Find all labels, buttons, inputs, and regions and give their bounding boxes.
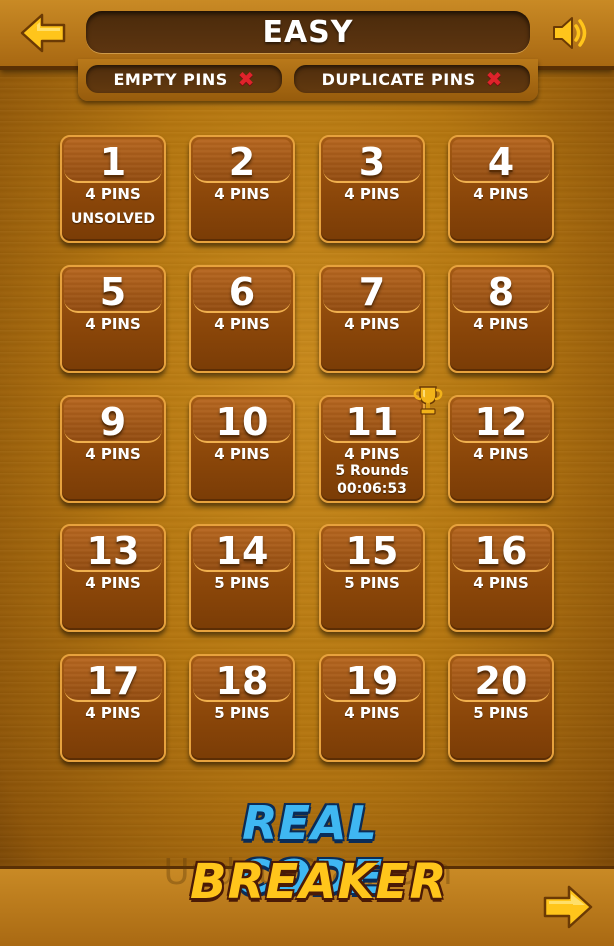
level-pins: 4 PINS: [85, 315, 141, 333]
duplicate-pins-toggle[interactable]: DUPLICATE PINS ✖: [294, 65, 530, 93]
level-number: 6: [228, 270, 256, 314]
speaker-icon: [553, 17, 587, 49]
level-pins: 4 PINS: [344, 704, 400, 722]
level-tile-7[interactable]: 7 4 PINS: [319, 265, 425, 373]
level-tile-6[interactable]: 6 4 PINS: [189, 265, 295, 373]
page-title: EASY: [262, 14, 354, 50]
level-tile-15[interactable]: 15 5 PINS: [319, 524, 425, 632]
empty-pins-label: EMPTY PINS: [113, 69, 228, 89]
level-number: 12: [474, 400, 528, 444]
level-tile-17[interactable]: 17 4 PINS: [60, 654, 166, 762]
level-status: UNSOLVED: [70, 211, 156, 227]
level-tile-9[interactable]: 9 4 PINS: [60, 395, 166, 503]
level-number: 15: [345, 529, 399, 573]
back-button[interactable]: [18, 11, 68, 55]
trophy-icon: [413, 386, 443, 415]
level-number: 7: [358, 270, 386, 314]
level-tile-4[interactable]: 4 4 PINS: [448, 135, 554, 243]
level-pins: 4 PINS: [85, 445, 141, 463]
level-pins: 5 PINS: [214, 574, 270, 592]
next-page-button[interactable]: [542, 884, 594, 930]
level-number: 9: [99, 400, 127, 444]
level-number: 18: [215, 659, 269, 703]
level-number: 8: [487, 270, 515, 314]
level-pins: 4 PINS: [85, 185, 141, 203]
level-number: 5: [99, 270, 127, 314]
level-tile-11[interactable]: 11 4 PINS 5 Rounds 00:06:53: [319, 386, 443, 503]
level-number: 1: [99, 140, 127, 184]
level-number: 4: [487, 140, 515, 184]
level-pins: 4 PINS: [85, 574, 141, 592]
level-pins: 5 PINS: [214, 704, 270, 722]
level-tile-20[interactable]: 20 5 PINS: [448, 654, 554, 762]
level-number: 10: [215, 400, 269, 444]
logo-line-2: BREAKER: [190, 854, 448, 910]
level-pins: 5 PINS: [344, 574, 400, 592]
level-number: 13: [86, 529, 140, 573]
empty-pins-toggle[interactable]: EMPTY PINS ✖: [86, 65, 282, 93]
level-number: 19: [345, 659, 399, 703]
level-number: 11: [345, 400, 399, 444]
level-pins: 4 PINS: [344, 445, 400, 463]
level-best-time: 00:06:53: [337, 481, 407, 497]
level-tile-19[interactable]: 19 4 PINS: [319, 654, 425, 762]
level-number: 16: [474, 529, 528, 573]
level-number: 2: [228, 140, 256, 184]
level-pins: 4 PINS: [473, 574, 529, 592]
game-logo: REAL CODE BREAKER: [190, 792, 448, 932]
options-strip: EMPTY PINS ✖ DUPLICATE PINS ✖: [78, 59, 538, 101]
x-icon: ✖: [237, 67, 255, 91]
arrow-right-icon: [543, 885, 593, 929]
level-tile-13[interactable]: 13 4 PINS: [60, 524, 166, 632]
level-tile-3[interactable]: 3 4 PINS: [319, 135, 425, 243]
level-pins: 5 PINS: [473, 704, 529, 722]
level-tile-5[interactable]: 5 4 PINS: [60, 265, 166, 373]
level-tile-18[interactable]: 18 5 PINS: [189, 654, 295, 762]
level-tile-10[interactable]: 10 4 PINS: [189, 395, 295, 503]
level-number: 20: [474, 659, 528, 703]
level-tile-14[interactable]: 14 5 PINS: [189, 524, 295, 632]
level-tile-8[interactable]: 8 4 PINS: [448, 265, 554, 373]
level-number: 17: [86, 659, 140, 703]
level-number: 3: [358, 140, 386, 184]
duplicate-pins-label: DUPLICATE PINS: [321, 69, 476, 89]
level-grid: 1 4 PINS UNSOLVED 2 4 PINS 3 4 PINS 4 4 …: [58, 133, 556, 763]
level-tile-12[interactable]: 12 4 PINS: [448, 395, 554, 503]
level-pins: 4 PINS: [214, 315, 270, 333]
arrow-left-icon: [20, 13, 66, 53]
level-number: 14: [215, 529, 269, 573]
difficulty-title-panel: EASY: [86, 11, 530, 53]
level-pins: 4 PINS: [344, 185, 400, 203]
level-pins: 4 PINS: [344, 315, 400, 333]
level-tile-16[interactable]: 16 4 PINS: [448, 524, 554, 632]
x-icon: ✖: [485, 67, 503, 91]
level-pins: 4 PINS: [214, 445, 270, 463]
level-rounds: 5 Rounds: [335, 463, 409, 479]
level-pins: 4 PINS: [473, 315, 529, 333]
level-tile-1[interactable]: 1 4 PINS UNSOLVED: [60, 135, 166, 243]
sound-toggle-button[interactable]: [548, 12, 592, 54]
level-pins: 4 PINS: [85, 704, 141, 722]
level-tile-2[interactable]: 2 4 PINS: [189, 135, 295, 243]
level-pins: 4 PINS: [473, 445, 529, 463]
level-pins: 4 PINS: [473, 185, 529, 203]
level-pins: 4 PINS: [214, 185, 270, 203]
level-select-screen: EASY EMPTY PINS ✖ DUPLICATE PINS ✖ 1 4 P…: [0, 0, 614, 946]
